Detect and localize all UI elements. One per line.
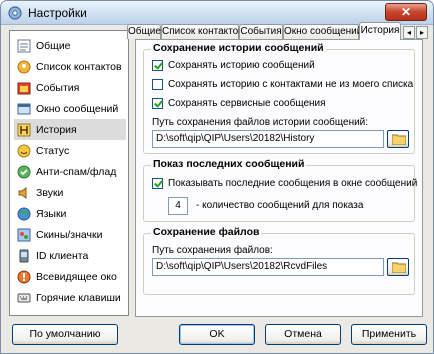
group-title: Сохранение истории сообщений xyxy=(151,42,326,54)
sidebar-item-label: Звуки xyxy=(36,186,64,199)
sidebar-item-label: Анти-спам/флад xyxy=(36,165,117,178)
checkbox-label: Сохранять историю с контактами не из мое… xyxy=(168,79,414,90)
history-save-group: Сохранение истории сообщений Сохранять и… xyxy=(143,42,415,154)
contacts-icon xyxy=(17,60,31,73)
show-recent-messages-checkbox[interactable]: Показывать последние сообщения в окне со… xyxy=(152,178,417,189)
sidebar-item-label: События xyxy=(36,81,80,94)
tab-events[interactable]: События xyxy=(239,24,283,39)
settings-sidebar: Общие Список контактов События Окно сооб… xyxy=(9,30,129,316)
cancel-button[interactable]: Отмена xyxy=(265,324,341,345)
restore-defaults-button[interactable]: По умолчанию xyxy=(12,324,118,345)
save-history-checkbox[interactable]: Сохранять историю сообщений xyxy=(152,60,315,71)
checklist-icon xyxy=(17,39,31,52)
folder-icon xyxy=(392,262,406,273)
sidebar-item-all-seeing-eye[interactable]: Всевидящее око xyxy=(14,266,126,287)
folder-icon xyxy=(392,134,406,145)
sidebar-item-client-id[interactable]: ID клиента xyxy=(14,245,126,266)
all-seeing-eye-icon xyxy=(17,270,31,283)
sidebar-item-sounds[interactable]: Звуки xyxy=(14,182,126,203)
antispam-icon xyxy=(17,165,31,178)
files-path-label: Путь сохранения файлов: xyxy=(152,245,273,256)
recent-messages-group: Показ последних сообщений Показывать пос… xyxy=(143,158,417,222)
hotkeys-icon xyxy=(17,293,31,302)
browse-history-folder-button[interactable] xyxy=(387,130,409,148)
window-title: Настройки xyxy=(28,6,87,20)
tab-scroll-left-icon[interactable]: ◂ xyxy=(403,26,415,39)
sidebar-item-label: Окно сообщений xyxy=(36,102,119,115)
settings-tabs: Общие Список контактов События Окно сооб… xyxy=(127,22,431,40)
message-window-icon xyxy=(17,103,31,114)
group-title: Сохранение файлов xyxy=(151,226,262,238)
events-icon xyxy=(17,82,31,94)
group-title: Показ последних сообщений xyxy=(151,158,307,170)
sidebar-item-label: ID клиента xyxy=(36,249,89,262)
history-icon xyxy=(17,123,31,136)
tab-general[interactable]: Общие xyxy=(127,24,161,39)
ok-button[interactable]: OK xyxy=(179,324,255,345)
sidebar-item-label: Статус xyxy=(36,144,70,157)
browse-files-folder-button[interactable] xyxy=(387,258,409,276)
sidebar-item-label: История xyxy=(36,123,77,136)
settings-gear-icon xyxy=(8,6,22,20)
recent-count-label: - количество сообщений для показа xyxy=(196,200,364,211)
skins-icon xyxy=(17,228,31,241)
languages-icon xyxy=(17,207,31,220)
recent-count-input[interactable]: 4 xyxy=(168,197,188,215)
sidebar-item-languages[interactable]: Языки xyxy=(14,203,126,224)
sidebar-item-message-window[interactable]: Окно сообщений xyxy=(14,98,126,119)
settings-window: Настройки ✕ Общие Список контактов Событ… xyxy=(0,0,434,354)
checkbox-box[interactable] xyxy=(152,178,163,189)
tab-scroll-right-icon[interactable]: ▸ xyxy=(416,26,428,39)
checkbox-label: Показывать последние сообщения в окне со… xyxy=(168,178,418,189)
tab-contact-list[interactable]: Список контактов xyxy=(161,24,243,39)
sidebar-item-history[interactable]: История xyxy=(14,119,126,140)
sidebar-item-status[interactable]: Статус xyxy=(14,140,126,161)
sidebar-item-general[interactable]: Общие xyxy=(14,35,126,56)
save-service-messages-checkbox[interactable]: Сохранять сервисные сообщения xyxy=(152,98,326,109)
save-history-non-list-checkbox[interactable]: Сохранять историю с контактами не из мое… xyxy=(152,79,413,90)
checkbox-box[interactable] xyxy=(152,98,163,109)
file-save-group: Сохранение файлов Путь сохранения файлов… xyxy=(143,226,415,295)
sidebar-item-label: Всевидящее око xyxy=(36,270,117,283)
sidebar-item-label: Языки xyxy=(36,207,67,220)
sidebar-item-label: Скины/значки xyxy=(36,228,103,241)
sidebar-item-antispam[interactable]: Анти-спам/флад xyxy=(14,161,126,182)
sidebar-item-events[interactable]: События xyxy=(14,77,126,98)
checkbox-box[interactable] xyxy=(152,79,163,90)
close-button[interactable]: ✕ xyxy=(385,3,427,21)
sidebar-item-label: Горячие клавиши xyxy=(36,291,121,304)
sidebar-item-skins[interactable]: Скины/значки xyxy=(14,224,126,245)
tab-message-window[interactable]: Окно сообщений xyxy=(283,24,362,39)
status-icon xyxy=(17,144,31,157)
files-path-input[interactable]: D:\soft\qip\QIP\Users\20182\RcvdFiles xyxy=(152,258,384,276)
sidebar-item-label: Общие xyxy=(36,39,71,52)
sidebar-item-contact-list[interactable]: Список контактов xyxy=(14,56,126,77)
checkbox-box[interactable] xyxy=(152,60,163,71)
history-path-label: Путь сохранения файлов истории сообщений… xyxy=(152,117,369,128)
client-id-icon xyxy=(19,249,29,262)
sidebar-item-hotkeys[interactable]: Горячие клавиши xyxy=(14,287,126,308)
tab-history[interactable]: История xyxy=(359,22,401,40)
sidebar-item-label: Список контактов xyxy=(36,60,122,73)
checkbox-label: Сохранять историю сообщений xyxy=(168,60,315,71)
checkbox-label: Сохранять сервисные сообщения xyxy=(168,98,326,109)
apply-button[interactable]: Применить xyxy=(351,324,427,345)
history-settings-panel: Сохранение истории сообщений Сохранять и… xyxy=(135,39,423,317)
sounds-icon xyxy=(18,186,27,199)
history-path-input[interactable]: D:\soft\qip\QIP\Users\20182\History xyxy=(152,130,384,148)
